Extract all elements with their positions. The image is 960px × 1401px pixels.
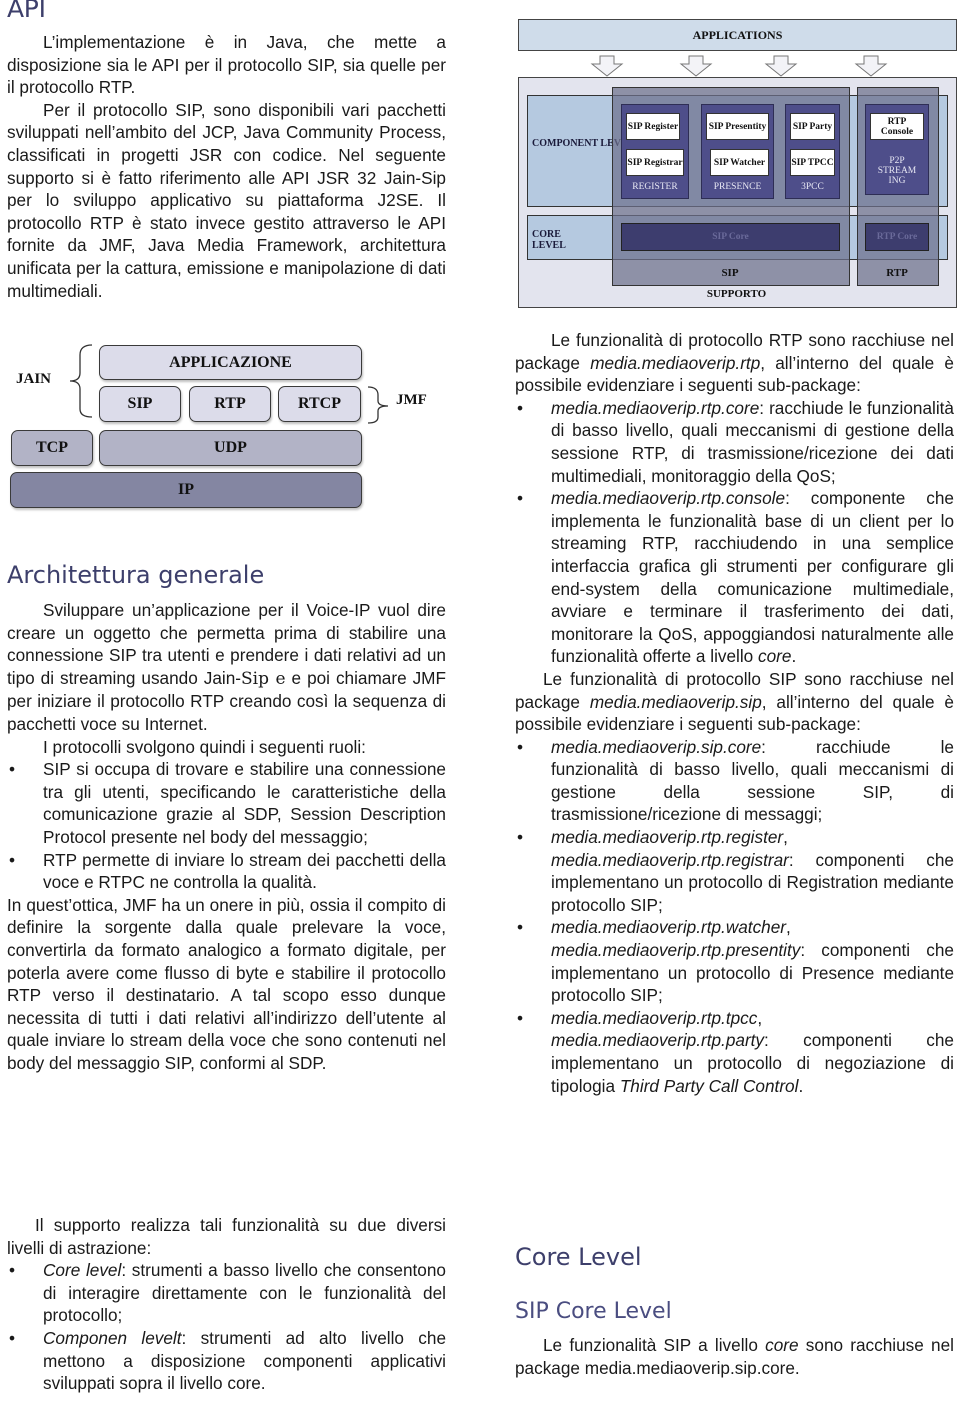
architettura-paragraph: Sviluppare un’applicazione per il Voice-… [7,600,446,734]
sip-register-component: SIP Register [626,113,680,140]
arrow-down-icon [764,55,798,77]
rtp-console-component: RTP Console [870,113,924,140]
list-item: • media.mediaoverip.sip.core: racchiude l… [517,736,954,825]
supporto-label: SUPPORTO [706,288,767,300]
rtp-core-box: RTP Core [865,223,929,251]
sip-column-label: SIP [721,267,739,279]
register-group-label: REGISTER [632,182,678,192]
applicazione-layer: APPLICAZIONE [99,345,362,380]
udp-layer: UDP [99,430,362,466]
tcp-layer: TCP [11,430,93,466]
core-level-heading: Core Level [515,1243,642,1271]
core-level-label: CORE LEVEL [532,229,566,251]
list-item: • media.mediaoverip.rtp.console: componen… [517,488,954,667]
rtp-package-list: • media.mediaoverip.rtp.core: racchiude l… [515,397,954,668]
sip-core-level-heading: SIP Core Level [515,1299,672,1324]
jmf-label: JMF [396,392,427,408]
sip-core-section: Le funzionalità SIP a livello core sono … [515,1334,954,1379]
jain-brace-icon [69,344,93,418]
api-heading: API [7,0,46,23]
list-item: • media.mediaoverip.rtp.core: racchiude l… [517,397,954,486]
arrow-down-icon [679,55,713,77]
list-item: • SIP si occupa di trovare e stabilire un… [9,759,446,847]
architettura-section: Sviluppare un’applicazione per il Voice-… [7,599,446,1074]
list-item: • Core level: strumenti a basso livello c… [9,1260,446,1326]
protocol-stack-diagram: JAIN APPLICAZIONE SIP RTP RTCP JMF TCP U… [0,335,480,525]
list-item: • RTP permette di inviare lo stream dei p… [9,849,446,893]
support-paragraph: Il supporto realizza tali funzionalità s… [7,1215,446,1258]
arrow-down-icon [590,55,624,77]
support-section: Il supporto realizza tali funzionalità s… [7,1214,446,1395]
api-paragraph-1: L’implementazione è in Java, che mette a… [7,32,446,98]
architecture-diagram: APPLICATIONS COMPONENT LEVEL CORE LEVEL … [517,18,957,308]
sip-watcher-component: SIP Watcher [710,149,769,176]
levels-list: • Core level: strumenti a basso livello c… [7,1259,446,1395]
sip-package-list: • media.mediaoverip.sip.core: racchiude l… [515,736,954,1098]
arrow-down-icon [854,55,888,77]
3pcc-group: SIP Party SIP TPCC 3PCC [785,104,840,199]
roles-intro: I protocolli svolgono quindi i seguenti … [43,736,366,757]
p2p-streaming-group-label: P2P STREAM ING [877,156,917,186]
rtp-column-label: RTP [886,267,908,279]
rtp-intro: Le funzionalità di protocollo RTP sono r… [515,330,954,396]
rtcp-layer: RTCP [278,386,361,422]
rtp-section: Le funzionalità di protocollo RTP sono r… [515,329,954,1097]
list-item: • media.mediaoverip.rtp.watcher, media.me… [517,917,954,1006]
list-item: • media.mediaoverip.rtp.tpcc, media.media… [517,1007,954,1096]
list-item: • media.mediaoverip.rtp.register, media.m… [517,827,954,915]
api-paragraph-2: Per il protocollo SIP, sono disponibili … [7,99,446,301]
sip-core-paragraph: Le funzionalità SIP a livello core sono … [515,1335,954,1378]
p2p-streaming-group: RTP Console P2P STREAM ING [865,104,929,195]
sip-registrar-component: SIP Registrar [626,149,684,176]
roles-list: • SIP si occupa di trovare e stabilire un… [7,758,446,894]
presence-group-label: PRESENCE [713,182,762,192]
3pcc-group-label: 3PCC [801,182,824,192]
list-item: • Componen levelt: strumenti ad alto live… [9,1327,447,1394]
jmf-brace-icon [367,386,389,424]
sip-presentity-component: SIP Presentity [706,113,769,140]
jain-label: JAIN [16,371,52,387]
architettura-heading: Architettura generale [7,561,265,589]
presence-group: SIP Presentity SIP Watcher PRESENCE [701,104,774,199]
applications-box: APPLICATIONS [518,19,957,51]
jmf-paragraph: In quest’ottica, JMF ha un onere in più,… [7,894,446,1073]
sip-intro: Le funzionalità di protocollo SIP sono r… [515,668,954,735]
rtp-layer: RTP [189,386,271,422]
ip-layer: IP [10,472,362,508]
sip-party-component: SIP Party [790,113,835,140]
sip-core-box: SIP Core [621,223,840,251]
api-section: L’implementazione è in Java, che mette a… [7,31,446,302]
register-group: SIP Register SIP Registrar REGISTER [621,104,689,199]
sip-tpcc-component: SIP TPCC [790,149,835,176]
sip-layer: SIP [99,386,181,422]
